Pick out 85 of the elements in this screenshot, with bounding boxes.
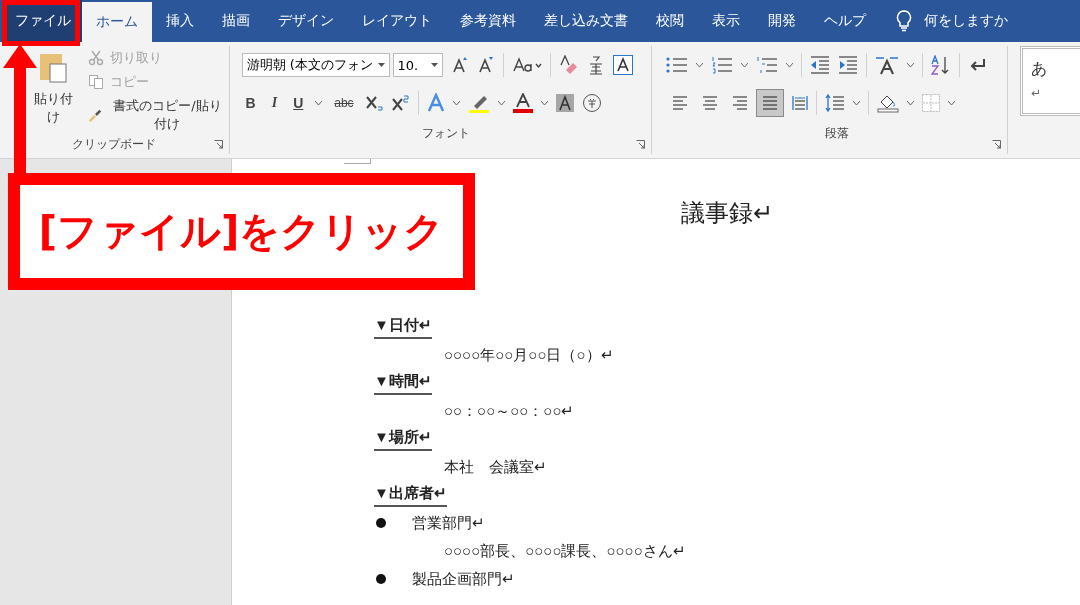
list-item: 製品企画部門↵ [412,570,515,589]
paint-bucket-icon[interactable] [877,93,900,113]
caret-icon[interactable] [907,63,915,67]
line-spacing-icon[interactable] [825,94,846,112]
change-case-icon[interactable] [511,56,542,74]
caret-icon[interactable] [540,101,548,105]
caret-icon[interactable] [452,101,460,105]
decrease-indent-icon[interactable] [810,56,831,74]
ribbon-tab[interactable]: 開発 [754,0,810,42]
scissors-icon [88,50,105,66]
bullet-list-icon[interactable] [666,56,689,74]
ribbon-tab[interactable]: ホーム [82,2,152,42]
paragraph-mark-icon[interactable] [968,58,987,72]
alignment-icon [702,96,719,110]
eraser-icon[interactable] [558,55,579,75]
body-text: ○○○○年○○月○○日（○）↵ [443,346,614,365]
grow-font-icon[interactable] [450,56,469,74]
ribbon-tab[interactable]: 差し込み文書 [530,0,642,42]
group-label: クリップボード [72,135,157,153]
tell-me-search[interactable]: 何をしますか [924,12,1008,30]
bullet-icon [376,518,386,528]
highlighter-icon[interactable] [467,93,490,113]
paintbrush-icon [88,107,103,123]
caret-icon [430,63,438,67]
character-border-icon[interactable] [612,55,633,75]
format-button[interactable]: B [241,93,260,113]
copy-icon [88,74,105,90]
list-item: 営業部門↵ [412,514,485,533]
lightbulb-icon [896,10,912,32]
alignment-button[interactable] [756,89,785,117]
alignment-icon [672,96,689,110]
alignment-icon [792,96,809,110]
group-label: フォント [422,124,471,142]
caret-icon[interactable] [497,101,505,105]
callout-text: [ファイル]をクリック [38,207,445,256]
ribbon-tab[interactable]: レイアウト [348,0,446,42]
document-title: 議事録↵ [680,199,774,228]
section-heading: ▼場所↵ [374,425,432,451]
format-button[interactable]: abc [330,94,358,112]
caret-icon[interactable] [948,101,956,105]
ribbon-tab[interactable]: 参考資料 [446,0,530,42]
caret-icon[interactable] [907,101,915,105]
ribbon-tab[interactable]: 描画 [208,0,264,42]
character-shading-icon[interactable] [555,94,574,112]
character-spacing-icon[interactable] [875,55,900,75]
multilevel-list-icon[interactable] [756,56,779,74]
dialog-launcher-icon[interactable] [636,140,646,149]
format-button[interactable]: U [289,93,308,113]
ribbon-tab[interactable]: 校閲 [642,0,698,42]
alignment-icon [732,96,749,110]
font-size-dropdown[interactable]: 10. [392,53,443,77]
caret-icon [377,63,385,67]
ribbon-tab[interactable]: デザイン [264,0,348,42]
alignment-icon [762,96,779,110]
increase-indent-icon[interactable] [838,56,859,74]
caret-icon[interactable] [696,63,704,67]
enclosed-character-icon[interactable] [581,93,602,113]
numbered-list-icon[interactable] [711,56,734,74]
section-heading: ▼日付↵ [374,313,432,339]
style-preview[interactable]: あ ↵ [1020,46,1080,116]
text-effects-icon[interactable] [426,93,445,113]
clipboard-command[interactable]: 書式のコピー/貼り付け [86,96,229,134]
font-name-dropdown[interactable]: 游明朝 (本文のフォン [241,53,390,77]
caret-icon[interactable] [786,63,794,67]
margin-corner-mark [344,159,371,164]
body-text: ○○：○○～○○：○○↵ [443,402,575,421]
caret-icon[interactable] [853,101,861,105]
body-text: 本社 会議室↵ [443,458,547,477]
subscript-icon[interactable] [365,95,384,111]
format-button[interactable]: I [267,93,282,113]
caret-icon[interactable] [315,101,323,105]
ribbon-tab[interactable]: ヘルプ [810,0,880,42]
ribbon-tab[interactable]: 挿入 [152,0,208,42]
superscript-icon[interactable] [391,95,410,111]
bullet-icon [376,574,386,584]
caret-icon[interactable] [741,63,749,67]
dialog-launcher-icon[interactable] [992,140,1001,149]
dialog-launcher-icon[interactable] [213,140,223,149]
font-color-icon[interactable] [512,93,533,113]
section-heading: ▼時間↵ [374,369,432,395]
group-label: 段落 [824,124,849,142]
section-heading: ▼出席者↵ [374,481,447,507]
ribbon-tab[interactable]: 表示 [698,0,754,42]
shrink-font-icon[interactable] [476,56,495,74]
body-text: ○○○○部長、○○○○課長、○○○○さん↵ [443,542,686,561]
